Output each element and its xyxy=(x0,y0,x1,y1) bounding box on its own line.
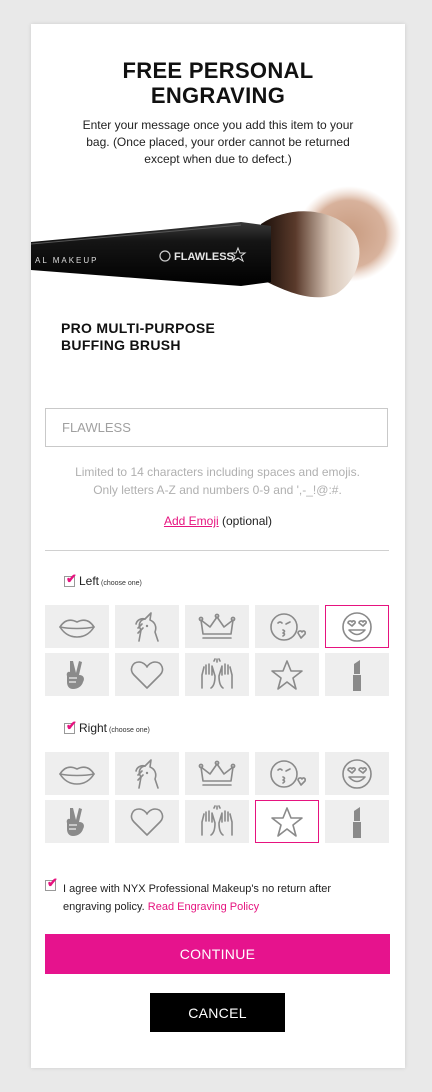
left-option-lips[interactable] xyxy=(45,605,109,648)
right-sub: (choose one) xyxy=(109,727,150,734)
check-icon: ✔ xyxy=(66,570,77,586)
right-option-star[interactable] xyxy=(255,800,319,843)
kiss-face-icon xyxy=(267,757,307,791)
left-option-raised-hands[interactable] xyxy=(185,653,249,696)
right-option-peace-hand[interactable] xyxy=(45,800,109,843)
right-option-raised-hands[interactable] xyxy=(185,800,249,843)
star-icon xyxy=(267,805,307,839)
cancel-button[interactable]: CANCEL xyxy=(150,993,285,1032)
kiss-face-icon xyxy=(267,610,307,644)
right-option-heart-eyes[interactable] xyxy=(325,752,389,795)
left-option-heart[interactable] xyxy=(115,653,179,696)
optional-label: (optional) xyxy=(222,514,273,528)
hint-line-1: Limited to 14 characters including space… xyxy=(75,465,360,479)
agreement-text: I agree with NYX Professional Makeup's n… xyxy=(63,880,363,916)
peace-hand-icon xyxy=(57,805,97,839)
crown-icon xyxy=(197,610,237,644)
crown-icon xyxy=(197,757,237,791)
divider xyxy=(45,550,389,551)
right-section-header: ✔ Right (choose one) xyxy=(64,719,150,735)
check-icon: ✔ xyxy=(47,875,58,890)
unicorn-icon xyxy=(127,610,167,644)
product-name-line-2: BUFFING BRUSH xyxy=(61,337,181,353)
peace-hand-icon xyxy=(57,658,97,692)
modal-title: FREE PERSONAL ENGRAVING xyxy=(31,58,405,108)
right-label: Right xyxy=(79,721,108,735)
lips-icon xyxy=(57,757,97,791)
heart-eyes-icon xyxy=(337,610,377,644)
lipstick-icon xyxy=(337,658,377,692)
left-option-star[interactable] xyxy=(255,653,319,696)
right-checkbox[interactable]: ✔ xyxy=(64,719,77,734)
right-icon-grid xyxy=(45,752,389,843)
heart-icon xyxy=(127,658,167,692)
left-sub: (choose one) xyxy=(101,580,142,587)
agree-checkbox[interactable]: ✔ xyxy=(45,876,58,891)
engraving-input[interactable] xyxy=(45,408,388,447)
right-label-wrap: Right (choose one) xyxy=(79,721,150,735)
right-option-lipstick[interactable] xyxy=(325,800,389,843)
engraving-modal: FREE PERSONAL ENGRAVING Enter your messa… xyxy=(31,24,405,1068)
raised-hands-icon xyxy=(197,804,237,839)
left-option-kiss-face[interactable] xyxy=(255,605,319,648)
handle-text: AL MAKEUP xyxy=(35,256,99,265)
lips-icon xyxy=(57,610,97,644)
raised-hands-icon xyxy=(197,657,237,692)
right-option-crown[interactable] xyxy=(185,752,249,795)
lipstick-icon xyxy=(337,805,377,839)
left-option-lipstick[interactable] xyxy=(325,653,389,696)
add-emoji-row: Add Emoji (optional) xyxy=(31,514,405,528)
product-name-line-1: PRO MULTI-PURPOSE xyxy=(61,320,216,336)
product-name: PRO MULTI-PURPOSE BUFFING BRUSH xyxy=(61,320,301,354)
right-option-unicorn[interactable] xyxy=(115,752,179,795)
left-option-crown[interactable] xyxy=(185,605,249,648)
left-checkbox[interactable]: ✔ xyxy=(64,572,77,587)
engraving-hint: Limited to 14 characters including space… xyxy=(45,463,390,499)
right-option-heart[interactable] xyxy=(115,800,179,843)
left-option-peace-hand[interactable] xyxy=(45,653,109,696)
left-label: Left xyxy=(79,574,100,588)
engraving-preview-text: FLAWLESS xyxy=(174,251,234,263)
product-image: AL MAKEUP FLAWLESS xyxy=(31,186,401,298)
add-emoji-link[interactable]: Add Emoji xyxy=(164,514,219,528)
right-option-kiss-face[interactable] xyxy=(255,752,319,795)
title-line-1: FREE PERSONAL xyxy=(122,58,314,83)
heart-icon xyxy=(127,805,167,839)
left-option-unicorn[interactable] xyxy=(115,605,179,648)
left-section-header: ✔ Left (choose one) xyxy=(64,572,142,588)
continue-button[interactable]: CONTINUE xyxy=(45,934,390,974)
unicorn-icon xyxy=(127,757,167,791)
check-icon: ✔ xyxy=(66,717,77,733)
hint-line-2: Only letters A-Z and numbers 0-9 and ',-… xyxy=(93,483,342,497)
heart-eyes-icon xyxy=(337,757,377,791)
read-policy-link[interactable]: Read Engraving Policy xyxy=(148,901,259,913)
left-label-wrap: Left (choose one) xyxy=(79,574,142,588)
title-line-2: ENGRAVING xyxy=(150,83,286,108)
star-icon xyxy=(267,658,307,692)
left-option-heart-eyes[interactable] xyxy=(325,605,389,648)
right-option-lips[interactable] xyxy=(45,752,109,795)
left-icon-grid xyxy=(45,605,389,696)
modal-subtitle: Enter your message once you add this ite… xyxy=(82,118,354,166)
